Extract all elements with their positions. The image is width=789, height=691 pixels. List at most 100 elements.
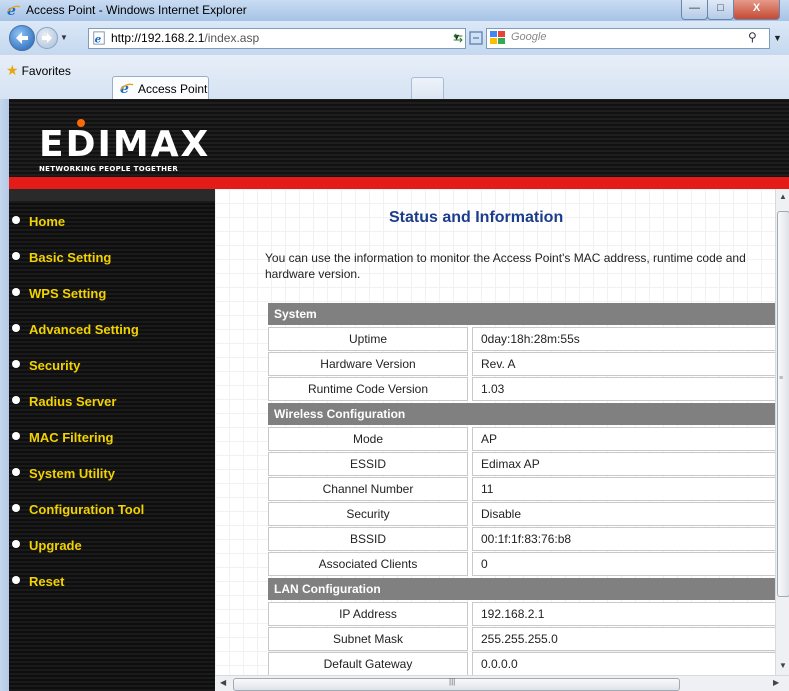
sidebar-item-system-utility[interactable]: System Utility bbox=[12, 466, 115, 481]
section-header-system: System bbox=[268, 303, 775, 325]
row-label: Mode bbox=[268, 427, 468, 451]
search-icon[interactable]: ⚲ bbox=[748, 30, 757, 44]
horizontal-scrollbar[interactable]: ◀ ||| ▶ bbox=[215, 675, 789, 691]
tab-label: Access Point bbox=[138, 82, 208, 96]
row-label: Subnet Mask bbox=[268, 627, 468, 651]
google-icon bbox=[490, 31, 505, 44]
row-value: Disable bbox=[472, 502, 775, 526]
bullet-icon bbox=[12, 216, 20, 224]
page-icon: e bbox=[93, 31, 105, 45]
sidebar-item-label: Reset bbox=[29, 574, 65, 589]
table-row: Channel Number 11 bbox=[268, 477, 775, 501]
scroll-right-icon[interactable]: ▶ bbox=[773, 678, 779, 687]
sidebar-item-home[interactable]: Home bbox=[12, 214, 66, 229]
new-tab-button[interactable] bbox=[411, 77, 444, 99]
row-label: Uptime bbox=[268, 327, 468, 351]
sidebar-item-security[interactable]: Security bbox=[12, 358, 81, 373]
back-icon bbox=[16, 32, 28, 44]
scroll-grip-icon: ≡ bbox=[779, 375, 784, 382]
table-row: IP Address 192.168.2.1 bbox=[268, 602, 775, 626]
search-placeholder: Google bbox=[511, 31, 547, 43]
table-row: ESSID Edimax AP bbox=[268, 452, 775, 476]
minimize-button[interactable]: — bbox=[681, 0, 708, 20]
refresh-button[interactable]: ⇆ bbox=[449, 29, 467, 47]
sidebar-item-label: Advanced Setting bbox=[29, 322, 139, 337]
sidebar-item-label: MAC Filtering bbox=[29, 430, 114, 445]
row-value: 0.0.0.0 bbox=[472, 652, 775, 675]
vertical-scrollbar[interactable]: ▲ ≡ ▼ bbox=[775, 189, 789, 675]
tab-access-point[interactable]: e Access Point bbox=[112, 76, 209, 100]
table-row: Associated Clients 0 bbox=[268, 552, 775, 576]
forward-icon bbox=[42, 33, 52, 43]
bullet-icon bbox=[12, 468, 20, 476]
compat-button[interactable] bbox=[467, 29, 485, 47]
bullet-icon bbox=[12, 324, 20, 332]
svg-text:e: e bbox=[95, 33, 102, 45]
maximize-button[interactable]: □ bbox=[707, 0, 734, 20]
bullet-icon bbox=[12, 504, 20, 512]
row-label: Channel Number bbox=[268, 477, 468, 501]
web-page: EDIMAX NETWORKING PEOPLE TOGETHER Home B… bbox=[9, 99, 789, 691]
row-value: 0day:18h:28m:55s bbox=[472, 327, 775, 351]
sidebar-item-basic-setting[interactable]: Basic Setting bbox=[12, 250, 111, 265]
compat-icon bbox=[469, 31, 483, 45]
header-red-bar bbox=[9, 177, 789, 189]
star-icon: ★ bbox=[6, 62, 19, 78]
favorites-button[interactable]: ★ Favorites bbox=[6, 62, 71, 79]
favorites-bar: ★ Favorites e Access Point bbox=[0, 55, 789, 100]
search-dropdown-icon[interactable]: ▼ bbox=[773, 33, 782, 43]
table-row: Runtime Code Version 1.03 bbox=[268, 377, 775, 401]
edimax-logo: EDIMAX bbox=[39, 124, 211, 165]
table-row: Hardware Version Rev. A bbox=[268, 352, 775, 376]
address-bar[interactable]: e http://192.168.2.1/index.asp ▼ bbox=[88, 28, 466, 49]
sidebar-item-label: Configuration Tool bbox=[29, 502, 145, 517]
sidebar-item-advanced-setting[interactable]: Advanced Setting bbox=[12, 322, 139, 337]
forward-button[interactable] bbox=[36, 27, 58, 49]
bullet-icon bbox=[12, 432, 20, 440]
history-dropdown-icon[interactable]: ▼ bbox=[60, 33, 68, 42]
bullet-icon bbox=[12, 576, 20, 584]
scroll-down-icon[interactable]: ▼ bbox=[779, 661, 787, 670]
table-row: BSSID 00:1f:1f:83:76:b8 bbox=[268, 527, 775, 551]
url-text[interactable]: http://192.168.2.1/index.asp bbox=[111, 31, 259, 45]
vertical-scroll-thumb[interactable] bbox=[777, 211, 789, 597]
sidebar-item-label: WPS Setting bbox=[29, 286, 107, 301]
intro-text: You can use the information to monitor t… bbox=[265, 251, 746, 281]
hscroll-grip-icon: ||| bbox=[449, 677, 456, 686]
sidebar-item-label: Radius Server bbox=[29, 394, 117, 409]
back-button[interactable] bbox=[9, 25, 35, 51]
table-row: Subnet Mask 255.255.255.0 bbox=[268, 627, 775, 651]
close-button[interactable]: X bbox=[733, 0, 780, 20]
row-value: 00:1f:1f:83:76:b8 bbox=[472, 527, 775, 551]
main-content: Status and Information You can use the i… bbox=[215, 189, 775, 675]
window-frame-left bbox=[0, 99, 9, 691]
sidebar-item-radius-server[interactable]: Radius Server bbox=[12, 394, 117, 409]
row-label: Associated Clients bbox=[268, 552, 468, 576]
bullet-icon bbox=[12, 360, 20, 368]
favorites-label: Favorites bbox=[21, 64, 71, 78]
sidebar-item-label: Home bbox=[29, 214, 66, 229]
scroll-left-icon[interactable]: ◀ bbox=[220, 678, 226, 687]
row-value: AP bbox=[472, 427, 775, 451]
scroll-up-icon[interactable]: ▲ bbox=[779, 192, 787, 201]
sidebar-item-label: Security bbox=[29, 358, 81, 373]
row-label: Hardware Version bbox=[268, 352, 468, 376]
row-label: Default Gateway bbox=[268, 652, 468, 675]
url-host: http://192.168.2.1 bbox=[111, 31, 205, 45]
row-value: 11 bbox=[472, 477, 775, 501]
row-value: 255.255.255.0 bbox=[472, 627, 775, 651]
row-label: Security bbox=[268, 502, 468, 526]
sidebar-item-reset[interactable]: Reset bbox=[12, 574, 65, 589]
row-value: Edimax AP bbox=[472, 452, 775, 476]
table-row: Security Disable bbox=[268, 502, 775, 526]
sidebar-item-upgrade[interactable]: Upgrade bbox=[12, 538, 82, 553]
search-box[interactable]: Google ⚲ bbox=[486, 28, 770, 49]
page-header: EDIMAX NETWORKING PEOPLE TOGETHER bbox=[9, 99, 789, 188]
sidebar-item-wps-setting[interactable]: WPS Setting bbox=[12, 286, 107, 301]
row-label: ESSID bbox=[268, 452, 468, 476]
horizontal-scroll-thumb[interactable] bbox=[233, 678, 680, 691]
sidebar-item-mac-filtering[interactable]: MAC Filtering bbox=[12, 430, 114, 445]
row-label: Runtime Code Version bbox=[268, 377, 468, 401]
sidebar-item-configuration-tool[interactable]: Configuration Tool bbox=[12, 502, 145, 517]
section-header-wireless: Wireless Configuration bbox=[268, 403, 775, 425]
